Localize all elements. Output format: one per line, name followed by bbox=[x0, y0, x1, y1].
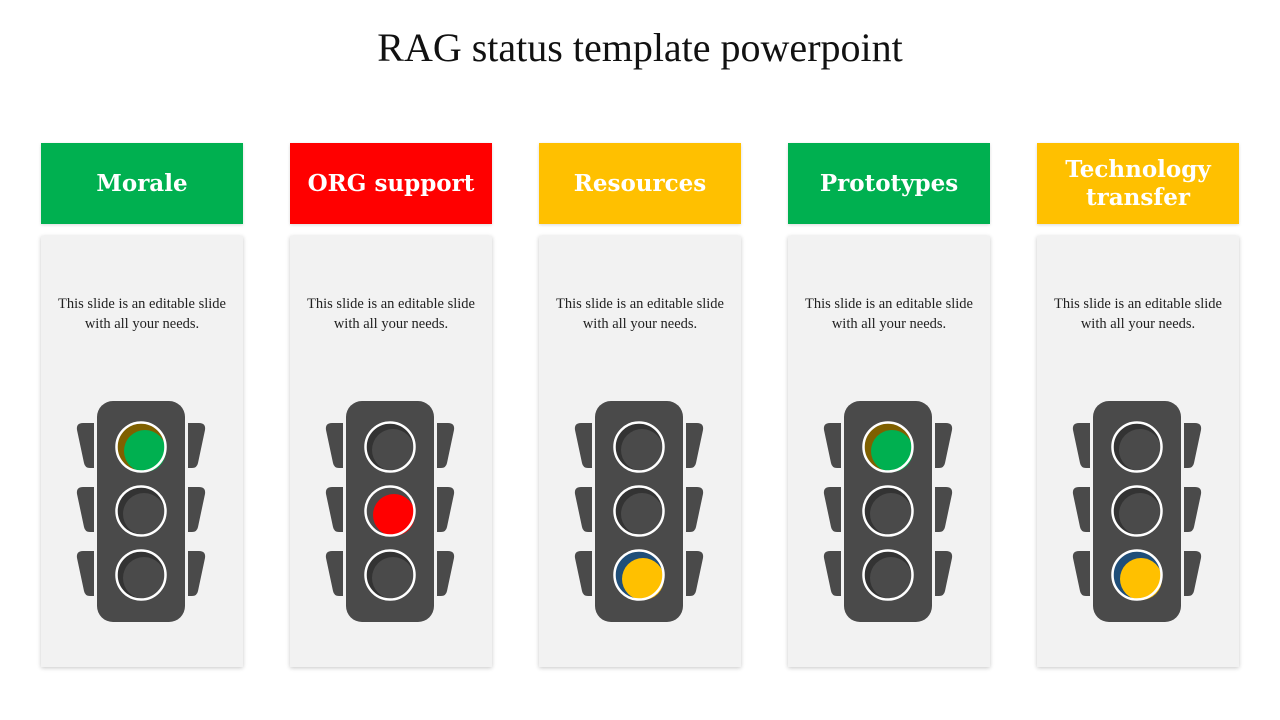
traffic-light-wing-right bbox=[1184, 487, 1202, 532]
traffic-light-lamp-top bbox=[115, 421, 167, 473]
traffic-light-wing-right bbox=[188, 487, 206, 532]
traffic-light-wing-right bbox=[935, 487, 953, 532]
traffic-light-lamp-middle bbox=[115, 485, 167, 537]
card-body: This slide is an editable slide with all… bbox=[788, 236, 990, 667]
traffic-light-icon bbox=[574, 401, 704, 622]
traffic-light-wing-right bbox=[1184, 551, 1202, 596]
traffic-light-wing-left bbox=[823, 551, 841, 596]
traffic-light-wing-right bbox=[686, 423, 704, 468]
traffic-light-wing-left bbox=[1072, 551, 1090, 596]
traffic-light-lamp-middle bbox=[364, 485, 416, 537]
traffic-light-wing-left bbox=[574, 423, 592, 468]
traffic-light-wing-right bbox=[188, 551, 206, 596]
traffic-light-wing-right bbox=[437, 487, 455, 532]
traffic-light-wing-right bbox=[1184, 423, 1202, 468]
traffic-light-wing-left bbox=[823, 423, 841, 468]
card-header: ORG support bbox=[290, 143, 492, 224]
traffic-light-wing-left bbox=[76, 423, 94, 468]
traffic-light-wing-left bbox=[76, 487, 94, 532]
traffic-light-wing-right bbox=[935, 551, 953, 596]
card-header: Resources bbox=[539, 143, 741, 224]
traffic-light-wing-left bbox=[574, 551, 592, 596]
traffic-light-lamp-bottom bbox=[364, 549, 416, 601]
traffic-light-lamp-top bbox=[1111, 421, 1163, 473]
traffic-light-wing-left bbox=[76, 551, 94, 596]
traffic-light-wing-left bbox=[325, 551, 343, 596]
traffic-light-wing-right bbox=[935, 423, 953, 468]
lamp-light bbox=[373, 494, 415, 536]
card-header: Prototypes bbox=[788, 143, 990, 224]
traffic-light-lamp-bottom bbox=[613, 549, 665, 601]
traffic-light-icon bbox=[1072, 401, 1202, 622]
card-body: This slide is an editable slide with all… bbox=[539, 236, 741, 667]
card-header: Technology transfer bbox=[1037, 143, 1239, 224]
traffic-light-lamp-bottom bbox=[1111, 549, 1163, 601]
traffic-light-icon bbox=[325, 401, 455, 622]
card-description: This slide is an editable slide with all… bbox=[58, 296, 226, 332]
card-description: This slide is an editable slide with all… bbox=[1054, 296, 1222, 332]
lamp-light bbox=[871, 430, 913, 472]
traffic-light-wing-left bbox=[325, 487, 343, 532]
traffic-light-lamp-top bbox=[364, 421, 416, 473]
traffic-light-lamp-top bbox=[613, 421, 665, 473]
slide-title: RAG status template powerpoint bbox=[377, 25, 903, 70]
lamp-light bbox=[1120, 558, 1162, 600]
card-description: This slide is an editable slide with all… bbox=[556, 296, 724, 332]
lamp-light bbox=[622, 558, 664, 600]
traffic-light-wing-right bbox=[437, 551, 455, 596]
traffic-light-wing-right bbox=[437, 423, 455, 468]
card-body: This slide is an editable slide with all… bbox=[290, 236, 492, 667]
traffic-light-wing-right bbox=[686, 551, 704, 596]
traffic-light-lamp-bottom bbox=[115, 549, 167, 601]
traffic-light-wing-right bbox=[188, 423, 206, 468]
traffic-light-wing-right bbox=[686, 487, 704, 532]
card-header: Morale bbox=[41, 143, 243, 224]
traffic-light-lamp-bottom bbox=[862, 549, 914, 601]
traffic-light-wing-left bbox=[1072, 487, 1090, 532]
lamp-light bbox=[124, 430, 166, 472]
traffic-light-icon bbox=[76, 401, 206, 622]
traffic-light-wing-left bbox=[823, 487, 841, 532]
traffic-light-lamp-middle bbox=[862, 485, 914, 537]
traffic-light-lamp-middle bbox=[1111, 485, 1163, 537]
card-description: This slide is an editable slide with all… bbox=[805, 296, 973, 332]
card-description: This slide is an editable slide with all… bbox=[307, 296, 475, 332]
traffic-light-wing-left bbox=[1072, 423, 1090, 468]
card-body: This slide is an editable slide with all… bbox=[41, 236, 243, 667]
traffic-light-lamp-top bbox=[862, 421, 914, 473]
traffic-light-icon bbox=[823, 401, 953, 622]
traffic-light-wing-left bbox=[325, 423, 343, 468]
card-body: This slide is an editable slide with all… bbox=[1037, 236, 1239, 667]
traffic-light-wing-left bbox=[574, 487, 592, 532]
traffic-light-lamp-middle bbox=[613, 485, 665, 537]
